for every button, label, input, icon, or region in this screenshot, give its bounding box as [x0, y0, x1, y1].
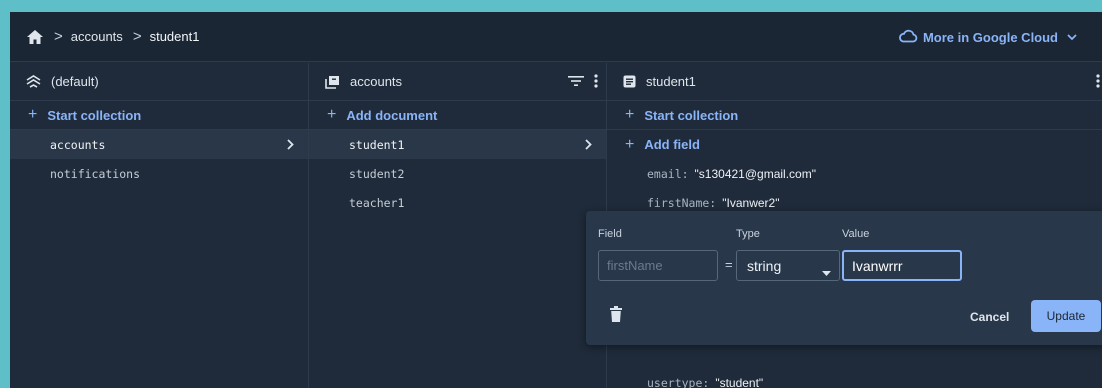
add-field-button[interactable]: + Add field [607, 130, 1102, 159]
database-header: (default) [10, 63, 308, 101]
document-item-label: student1 [349, 137, 405, 152]
start-subcollection-button[interactable]: + Start collection [607, 101, 1102, 130]
more-in-google-cloud-label: More in Google Cloud [922, 29, 1058, 45]
breadcrumb-accounts[interactable]: accounts [71, 29, 123, 44]
collection-item-notifications[interactable]: notifications [10, 159, 308, 188]
more-vert-icon[interactable] [594, 73, 598, 91]
type-select-value: string [747, 257, 782, 274]
plus-icon: + [327, 106, 337, 123]
type-label: Type [736, 228, 760, 240]
collection-item-label: accounts [50, 137, 106, 152]
breadcrumb-student1[interactable]: student1 [150, 29, 200, 44]
chevron-right-icon [287, 130, 294, 159]
database-title: (default) [51, 74, 99, 89]
cloud-icon [898, 29, 923, 46]
document-header: student1 [607, 63, 1102, 101]
collection-item-accounts[interactable]: accounts [10, 130, 308, 159]
plus-icon: + [625, 135, 635, 153]
document-item-label: teacher1 [349, 195, 405, 210]
add-document-label: Add document [346, 107, 438, 123]
breadcrumb-bar: > accounts > student1 More in Google Clo… [10, 12, 1102, 62]
database-icon [26, 75, 41, 88]
home-icon[interactable] [26, 29, 44, 45]
more-in-google-cloud-button[interactable]: More in Google Cloud [898, 12, 1082, 62]
dropdown-arrow-icon [822, 263, 831, 279]
field-value-input[interactable] [842, 250, 962, 281]
field-editor-panel: Field Type Value = string Cancel Update [586, 211, 1102, 345]
plus-icon: + [28, 106, 38, 123]
field-value: "student" [715, 376, 764, 388]
collection-icon [325, 75, 340, 89]
breadcrumb-separator: > [54, 28, 63, 45]
document-icon [623, 75, 636, 88]
breadcrumb-separator: > [132, 28, 142, 45]
chevron-right-icon [585, 130, 592, 159]
update-button[interactable]: Update [1031, 300, 1101, 332]
start-collection-label: Start collection [644, 107, 739, 123]
field-row-email[interactable]: email: "s130421@gmail.com" [607, 159, 1102, 188]
document-item-teacher1[interactable]: teacher1 [309, 188, 606, 217]
equals-sign: = [725, 257, 733, 272]
start-collection-label: Start collection [47, 107, 142, 123]
filter-icon[interactable] [568, 75, 584, 90]
collection-title: accounts [350, 74, 403, 89]
field-row-usertype[interactable]: usertype: "student" [607, 372, 763, 388]
field-key: firstName: [647, 195, 717, 210]
field-name-input[interactable] [598, 250, 718, 281]
add-document-button[interactable]: + Add document [309, 101, 606, 130]
field-key: usertype: [647, 376, 710, 388]
document-item-label: student2 [349, 166, 405, 181]
start-collection-button[interactable]: + Start collection [10, 101, 308, 130]
more-vert-icon[interactable] [1096, 73, 1100, 91]
cancel-button[interactable]: Cancel [958, 303, 1021, 331]
collection-item-label: notifications [50, 166, 141, 181]
field-label: Field [598, 228, 622, 240]
document-header-actions [1096, 63, 1100, 101]
collection-header-actions [568, 63, 598, 101]
add-field-label: Add field [644, 137, 700, 152]
collection-column: accounts + Add document student1 student… [309, 63, 607, 388]
collection-header: accounts [309, 63, 606, 101]
document-item-student1[interactable]: student1 [309, 130, 606, 159]
plus-icon: + [625, 106, 635, 123]
document-title: student1 [646, 74, 696, 89]
field-key: email: [647, 166, 689, 181]
value-label: Value [842, 228, 870, 240]
database-column: (default) + Start collection accounts no… [10, 63, 309, 388]
type-select[interactable]: string [736, 250, 840, 281]
chevron-down-icon [1067, 33, 1082, 41]
field-value: "Ivanwer2" [722, 195, 780, 210]
delete-icon[interactable] [610, 306, 622, 327]
document-item-student2[interactable]: student2 [309, 159, 606, 188]
field-value: "s130421@gmail.com" [694, 166, 816, 181]
